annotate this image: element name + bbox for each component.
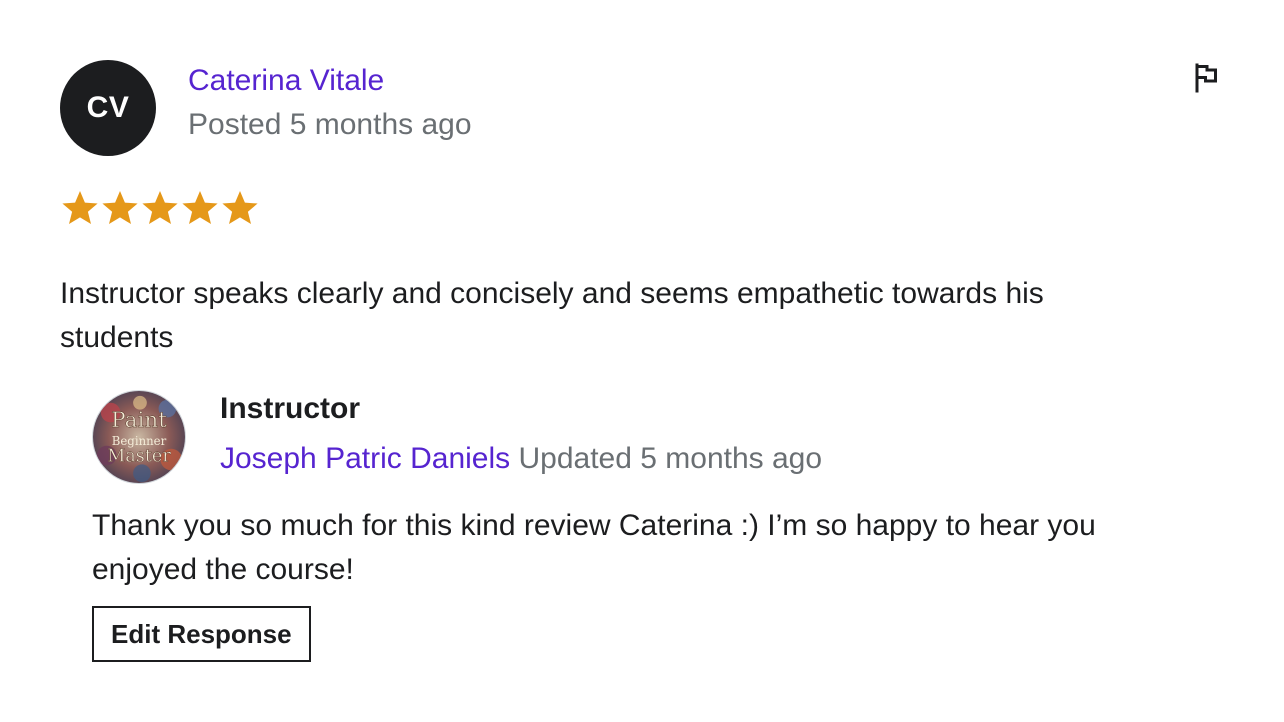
star-icon (182, 191, 218, 224)
instructor-meta: Joseph Patric Daniels Updated 5 months a… (220, 442, 822, 476)
star-rating (60, 188, 260, 228)
review-posted-time: Posted 5 months ago (188, 108, 472, 141)
review-text: Instructor speaks clearly and concisely … (60, 277, 1044, 354)
response-updated-time: Updated 5 months ago (518, 442, 823, 475)
flag-icon[interactable] (1190, 60, 1224, 94)
response-text: Thank you so much for this kind review C… (92, 509, 1096, 586)
logo-text-paint: Paint (111, 408, 167, 433)
instructor-label: Instructor (220, 392, 361, 425)
star-icon (222, 191, 258, 224)
star-icon (102, 191, 138, 224)
logo-text-master: Master (107, 446, 171, 466)
star-icon (62, 191, 98, 224)
reviewer-name-link[interactable]: Caterina Vitale (188, 64, 384, 98)
star-icon (142, 191, 178, 224)
reviewer-initials: CV (86, 91, 130, 124)
edit-response-button[interactable]: Edit Response (92, 606, 311, 662)
instructor-avatar: Paint Beginner Master (92, 390, 186, 484)
instructor-name-link[interactable]: Joseph Patric Daniels (220, 442, 510, 475)
reviewer-avatar: CV (60, 60, 156, 156)
